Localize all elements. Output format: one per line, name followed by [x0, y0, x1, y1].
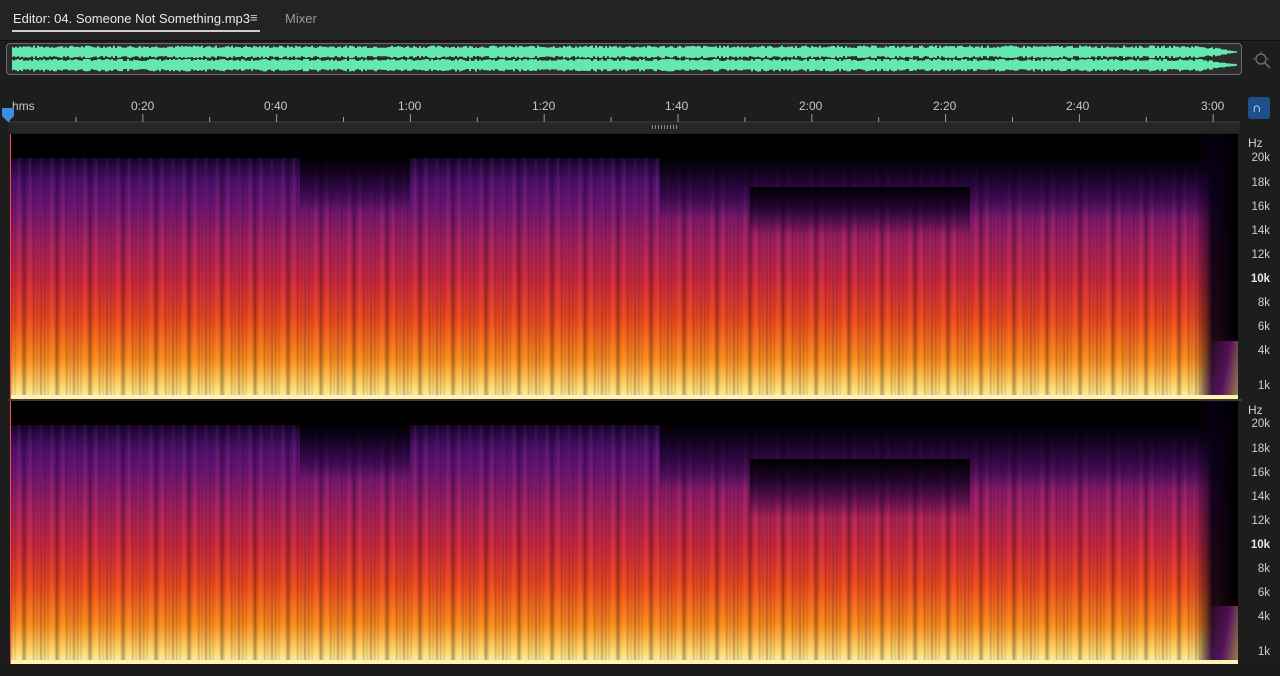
ruler-label: 1:20 — [532, 99, 556, 113]
frequency-label: 14k — [1251, 225, 1270, 237]
editor-tab-bar: Editor: 04. Someone Not Something.mp3 ≡ … — [0, 0, 1280, 41]
snap-toggle-button[interactable]: ∩ — [1248, 97, 1270, 119]
spectrum-dark-region — [750, 187, 970, 235]
frequency-label: 12k — [1251, 515, 1270, 527]
playhead-line — [10, 134, 11, 399]
time-ruler[interactable]: hms 0:20 0:40 1:00 1:20 1:40 2:00 2:20 2… — [8, 95, 1240, 123]
frequency-axis-left: Hz 20k 18k 16k 14k 12k 10k 8k 6k 4k 1k — [1240, 134, 1280, 399]
frequency-label: 16k — [1251, 201, 1270, 213]
frequency-label: 8k — [1257, 297, 1270, 309]
ruler-label: 2:40 — [1066, 99, 1090, 113]
ruler-ticks — [8, 114, 1240, 123]
horizontal-scrollbar[interactable] — [8, 123, 1240, 133]
spectrum-dark-region — [300, 422, 410, 480]
tab-editor[interactable]: Editor: 04. Someone Not Something.mp3 — [13, 11, 250, 26]
spectrogram-channel-right[interactable] — [10, 401, 1238, 664]
overview-waveform-channel — [12, 45, 1237, 59]
frequency-label: 12k — [1251, 249, 1270, 261]
ruler-label: 0:40 — [264, 99, 288, 113]
spectrum-dark-region — [300, 155, 410, 214]
playhead-marker-icon[interactable] — [2, 108, 14, 122]
ruler-label: 1:00 — [398, 99, 422, 113]
ruler-label: 2:00 — [799, 99, 823, 113]
spectrum-dark-region — [750, 458, 970, 517]
spectrogram-channel-left[interactable] — [10, 134, 1238, 399]
frequency-label: 10k — [1250, 273, 1270, 285]
frequency-label: 1k — [1257, 646, 1270, 658]
frequency-label: 20k — [1251, 152, 1270, 164]
ruler-label: 2:20 — [933, 99, 957, 113]
ruler-label: 1:40 — [665, 99, 689, 113]
tab-mixer[interactable]: Mixer — [285, 11, 317, 26]
status-edge — [0, 664, 1280, 676]
magnet-snap-icon: ∩ — [1252, 100, 1262, 115]
frequency-unit: Hz — [1248, 403, 1263, 417]
overview-waveform — [12, 45, 1238, 72]
frequency-label: 6k — [1257, 321, 1270, 333]
active-tab-indicator — [12, 30, 260, 32]
frequency-label: 16k — [1251, 467, 1270, 479]
playhead-line — [10, 401, 11, 664]
frequency-label: 20k — [1251, 418, 1270, 430]
frequency-axis-right: Hz 20k 18k 16k 14k 12k 10k 8k 6k 4k 1k — [1240, 401, 1280, 664]
zoom-to-fit-icon[interactable] — [1252, 50, 1272, 70]
scrollbar-grip[interactable] — [652, 125, 678, 129]
frequency-label: 4k — [1257, 611, 1270, 623]
ruler-label: 3:00 — [1201, 99, 1225, 113]
frequency-label: 18k — [1251, 177, 1270, 189]
frequency-label: 8k — [1257, 563, 1270, 575]
frequency-label: 18k — [1251, 443, 1270, 455]
spectrum-fade-tail — [1198, 606, 1238, 664]
frequency-unit: Hz — [1248, 136, 1263, 150]
frequency-label: 14k — [1251, 491, 1270, 503]
ruler-label: 0:20 — [131, 99, 155, 113]
frequency-label: 1k — [1257, 380, 1270, 392]
spectrum-fade-tail — [1198, 340, 1238, 399]
frequency-label: 4k — [1257, 345, 1270, 357]
frequency-label: 10k — [1250, 539, 1270, 551]
overview-waveform-channel — [12, 58, 1237, 72]
hamburger-menu-icon[interactable]: ≡ — [250, 10, 258, 25]
ruler-unit-label: hms — [12, 99, 35, 113]
waveform-overview[interactable] — [6, 43, 1242, 75]
frequency-label: 6k — [1257, 587, 1270, 599]
